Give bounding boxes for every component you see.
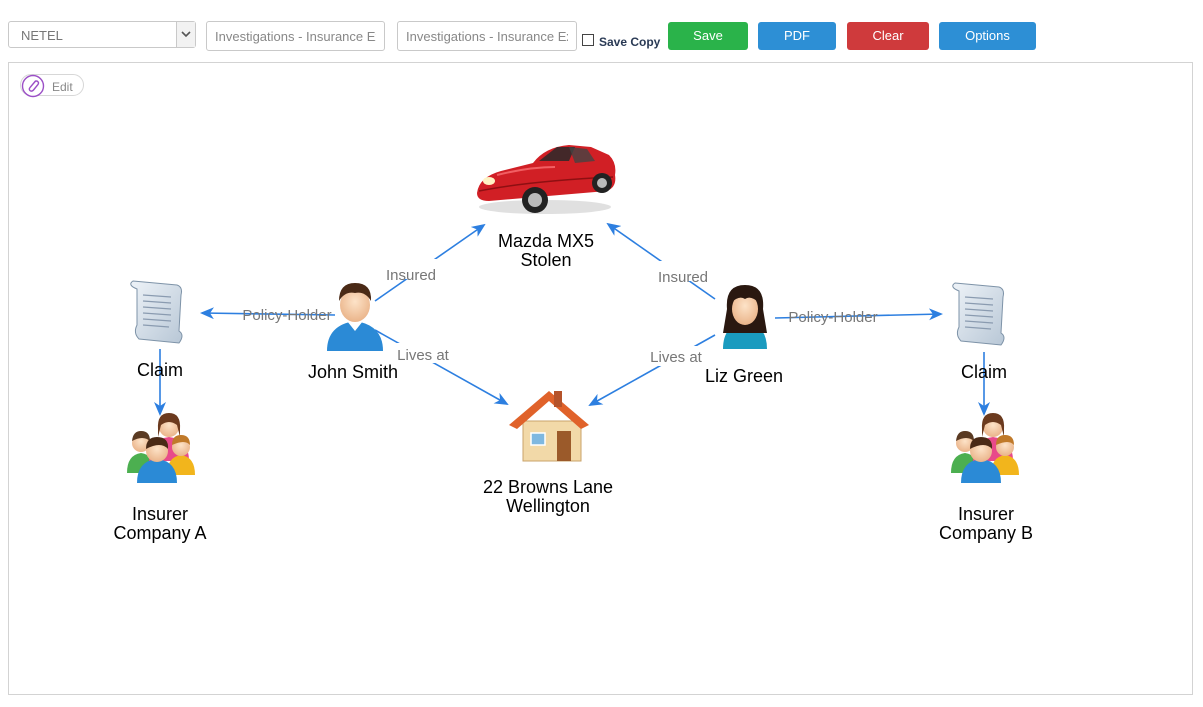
edge-label-john-claim: Policy-Holder [242, 307, 331, 324]
man-icon [327, 283, 383, 351]
toolbar: NETEL Save Copy Save PDF Clear Options [0, 0, 1203, 60]
node-john-smith[interactable]: John Smith [308, 283, 398, 382]
edit-button[interactable]: Edit [20, 74, 84, 98]
network-graph: Insured Insured Policy-Holder Policy-Hol… [113, 145, 1033, 543]
node-claim-b[interactable]: Claim [952, 282, 1007, 382]
options-button[interactable]: Options [939, 22, 1036, 50]
save-copy-checkbox[interactable] [582, 34, 594, 46]
group-people-icon [127, 413, 195, 483]
chart-name-input[interactable] [206, 21, 385, 51]
car-icon [477, 145, 616, 214]
node-label-car-line1: Mazda MX5 [498, 231, 594, 251]
clear-button[interactable]: Clear [847, 22, 929, 50]
node-insurer-b[interactable]: Insurer Company B [939, 413, 1033, 543]
group-people-icon [951, 413, 1019, 483]
node-label-insurer-a-line1: Insurer [132, 504, 188, 524]
node-label-insurer-b-line1: Insurer [958, 504, 1014, 524]
save-button[interactable]: Save [668, 22, 748, 50]
node-label-claim-a: Claim [137, 360, 183, 380]
pdf-button[interactable]: PDF [758, 22, 836, 50]
edge-label-liz-claim: Policy-Holder [788, 309, 877, 326]
node-label-house-line2: Wellington [506, 496, 590, 516]
paperclip-icon [21, 74, 45, 98]
house-icon [509, 391, 589, 462]
edge-label-liz-car: Insured [658, 269, 708, 286]
node-liz-green[interactable]: Liz Green [705, 285, 783, 386]
edit-label: Edit [52, 80, 73, 94]
dataset-select-value: NETEL [21, 28, 63, 43]
edge-label-liz-house: Lives at [650, 349, 703, 366]
chevron-down-icon[interactable] [176, 22, 195, 47]
chart-name-field[interactable] [207, 22, 384, 50]
edge-liz-house [588, 334, 716, 406]
node-label-claim-b: Claim [961, 362, 1007, 382]
dataset-select[interactable]: NETEL [8, 21, 196, 48]
node-label-john: John Smith [308, 362, 398, 382]
chart-title-input[interactable] [397, 21, 577, 51]
chart-title-field[interactable] [398, 22, 576, 50]
edge-label-john-house: Lives at [397, 347, 450, 364]
node-label-liz: Liz Green [705, 366, 783, 386]
document-scroll-icon [952, 282, 1005, 346]
woman-icon [723, 285, 767, 349]
node-car[interactable]: Mazda MX5 Stolen [477, 145, 616, 270]
graph-canvas[interactable]: Insured Insured Policy-Holder Policy-Hol… [8, 62, 1193, 695]
node-claim-a[interactable]: Claim [130, 280, 183, 380]
node-house[interactable]: 22 Browns Lane Wellington [483, 391, 613, 516]
edge-label-john-car: Insured [386, 267, 436, 284]
node-insurer-a[interactable]: Insurer Company A [113, 413, 207, 543]
node-label-house-line1: 22 Browns Lane [483, 477, 613, 497]
node-label-insurer-a-line2: Company A [113, 523, 206, 543]
node-label-car-line2: Stolen [520, 250, 571, 270]
save-copy-label[interactable]: Save Copy [599, 35, 660, 49]
node-label-insurer-b-line2: Company B [939, 523, 1033, 543]
document-scroll-icon [130, 280, 183, 344]
